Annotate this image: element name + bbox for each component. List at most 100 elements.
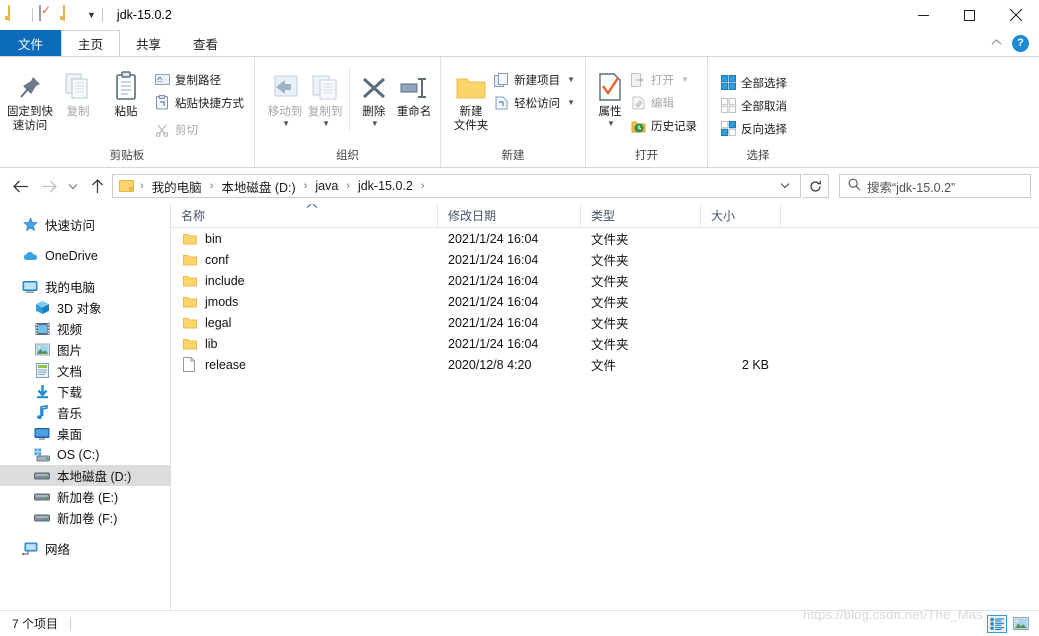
new-item-button[interactable]: 新建项目 ▼: [489, 69, 579, 90]
refresh-button[interactable]: [803, 174, 829, 198]
close-button[interactable]: [992, 0, 1039, 30]
copy-path-button[interactable]: … 复制路径: [150, 69, 248, 90]
cut-button[interactable]: 剪切: [150, 119, 248, 140]
tab-share[interactable]: 共享: [120, 30, 177, 56]
new-item-caret-icon[interactable]: ▼: [567, 75, 575, 84]
address-dropdown-icon[interactable]: [776, 181, 794, 192]
status-divider: [70, 616, 72, 631]
paste-shortcut-button[interactable]: 粘贴快捷方式: [150, 92, 248, 113]
file-type: 文件夹: [591, 233, 629, 247]
sidebar-gap-1: [0, 235, 170, 245]
maximize-button[interactable]: [946, 0, 992, 30]
drive-icon: [34, 468, 50, 484]
column-header-type[interactable]: 类型: [581, 204, 701, 228]
sidebar-label-3d-objects: 3D 对象: [57, 302, 102, 316]
search-input[interactable]: 搜索“jdk-15.0.2”: [839, 174, 1031, 198]
organize-divider: [349, 68, 350, 130]
sidebar-item-desktop[interactable]: 桌面: [0, 423, 170, 444]
tab-file[interactable]: 文件: [0, 30, 62, 56]
sidebar-item-os-c[interactable]: OS (C:): [0, 444, 170, 465]
move-to-button[interactable]: 移动到 ▼: [265, 64, 305, 128]
tab-view[interactable]: 查看: [177, 30, 234, 56]
open-caret-icon[interactable]: ▼: [681, 75, 689, 84]
breadcrumb-item-this-pc[interactable]: 我的电脑: [150, 177, 204, 196]
invert-selection-button[interactable]: 反向选择: [716, 118, 791, 139]
file-name-cell: legal: [171, 315, 438, 331]
customize-caret-icon[interactable]: ▼: [87, 10, 96, 20]
sidebar-gap-2: [0, 266, 170, 276]
table-row[interactable]: include 2021/1/24 16:04 文件夹: [171, 270, 1039, 291]
large-icons-view-button[interactable]: [1011, 615, 1031, 633]
properties-button[interactable]: 属性 ▼: [594, 64, 626, 128]
breadcrumb-folder-icon: [119, 180, 134, 192]
sidebar-item-videos[interactable]: 视频: [0, 318, 170, 339]
paste-button[interactable]: 粘贴: [102, 64, 150, 119]
sidebar-item-3d-objects[interactable]: 3D 对象: [0, 297, 170, 318]
clipboard-group-label: 剪贴板: [109, 150, 145, 162]
table-row[interactable]: legal 2021/1/24 16:04 文件夹: [171, 312, 1039, 333]
details-view-button[interactable]: [987, 614, 1007, 633]
delete-button[interactable]: 删除 ▼: [354, 64, 394, 128]
recent-locations-caret-icon[interactable]: [64, 173, 82, 199]
history-button[interactable]: 历史记录: [626, 115, 701, 136]
minimize-button[interactable]: [900, 0, 946, 30]
column-header-name[interactable]: 名称: [171, 204, 438, 228]
sidebar-item-music[interactable]: 音乐: [0, 402, 170, 423]
up-button[interactable]: [84, 173, 110, 199]
copy-button[interactable]: 复制: [54, 64, 102, 119]
copy-to-button[interactable]: 复制到 ▼: [305, 64, 345, 128]
column-header-date[interactable]: 修改日期: [438, 204, 581, 228]
network-icon: [22, 541, 38, 557]
properties-icon[interactable]: [39, 5, 57, 24]
new-folder-button[interactable]: 新建 文件夹: [453, 64, 489, 133]
tab-home[interactable]: 主页: [61, 30, 121, 56]
delete-x-icon: [360, 68, 388, 102]
table-row[interactable]: jmods 2021/1/24 16:04 文件夹: [171, 291, 1039, 312]
sidebar-item-local-disk-d[interactable]: 本地磁盘 (D:): [0, 465, 170, 486]
breadcrumb[interactable]: › 我的电脑 › 本地磁盘 (D:) › java › jdk-15.0.2 ›: [112, 174, 801, 198]
easy-access-button[interactable]: 轻松访问 ▼: [489, 92, 579, 113]
select-none-button[interactable]: 全部取消: [716, 95, 791, 116]
sort-ascending-icon: [306, 204, 318, 212]
rename-button[interactable]: 重命名: [394, 64, 434, 119]
breadcrumb-item-local-disk-d[interactable]: 本地磁盘 (D:): [219, 177, 297, 196]
easy-access-caret-icon[interactable]: ▼: [567, 98, 575, 107]
help-icon[interactable]: ?: [1012, 34, 1029, 52]
forward-button[interactable]: [36, 173, 62, 199]
breadcrumb-item-java[interactable]: java: [313, 179, 340, 193]
table-row[interactable]: conf 2021/1/24 16:04 文件夹: [171, 249, 1039, 270]
select-all-button[interactable]: 全部选择: [716, 72, 791, 93]
copy-to-caret-icon[interactable]: ▼: [322, 119, 330, 128]
column-header-size[interactable]: 大小: [701, 204, 781, 228]
sidebar-item-pictures[interactable]: 图片: [0, 339, 170, 360]
back-button[interactable]: [8, 173, 34, 199]
new-folder-icon[interactable]: [63, 5, 81, 24]
pin-label-2: 速访问: [12, 120, 48, 132]
sidebar-item-onedrive[interactable]: OneDrive: [0, 245, 170, 266]
sidebar-item-new-volume-f[interactable]: 新加卷 (F:): [0, 507, 170, 528]
sidebar-item-network[interactable]: 网络: [0, 538, 170, 559]
breadcrumb-sep-2: ›: [303, 180, 308, 192]
sidebar-item-quick-access[interactable]: 快速访问: [0, 214, 170, 235]
move-to-caret-icon[interactable]: ▼: [282, 119, 290, 128]
file-name: bin: [205, 231, 222, 246]
edit-button[interactable]: 编辑: [626, 92, 701, 113]
file-type: 文件夹: [591, 296, 629, 310]
folder-icon[interactable]: [8, 5, 26, 24]
sidebar-item-this-pc[interactable]: 我的电脑: [0, 276, 170, 297]
collapse-ribbon-icon[interactable]: [991, 38, 1002, 49]
table-row[interactable]: lib 2021/1/24 16:04 文件夹: [171, 333, 1039, 354]
properties-caret-icon[interactable]: ▼: [607, 119, 615, 128]
open-button[interactable]: 打开 ▼: [626, 69, 701, 90]
history-icon: [630, 118, 646, 134]
select-all-icon: [720, 75, 736, 91]
table-row[interactable]: bin 2021/1/24 16:04 文件夹: [171, 228, 1039, 249]
sidebar-item-downloads[interactable]: 下载: [0, 381, 170, 402]
sidebar-item-new-volume-e[interactable]: 新加卷 (E:): [0, 486, 170, 507]
table-row[interactable]: release 2020/12/8 4:20 文件 2 KB: [171, 354, 1039, 375]
pin-to-quick-access-button[interactable]: 固定到快 速访问: [6, 64, 54, 133]
breadcrumb-item-jdk[interactable]: jdk-15.0.2: [356, 179, 415, 193]
delete-caret-icon[interactable]: ▼: [371, 119, 379, 128]
file-date: 2021/1/24 16:04: [448, 315, 539, 330]
sidebar-item-documents[interactable]: 文档: [0, 360, 170, 381]
